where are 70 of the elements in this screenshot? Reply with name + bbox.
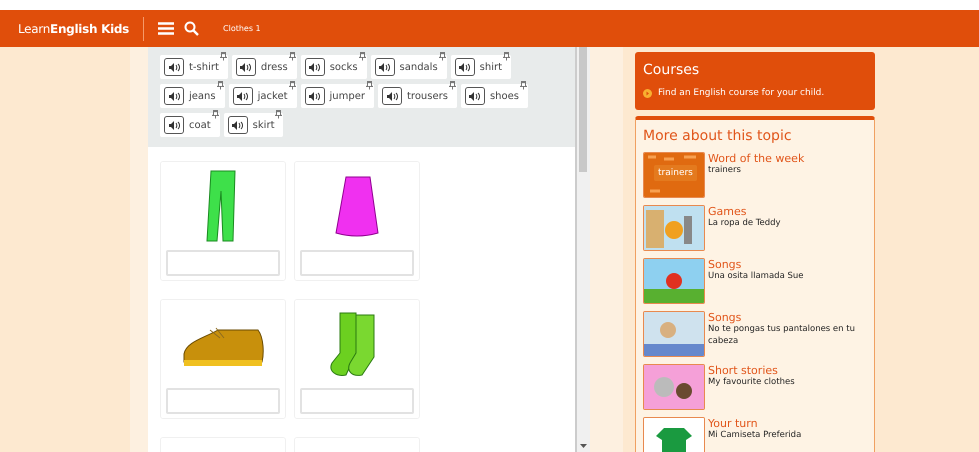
- speaker-icon: [240, 62, 252, 72]
- speaker-icon: [459, 62, 470, 72]
- word-tile[interactable]: coat: [160, 113, 220, 137]
- pin-icon[interactable]: [212, 110, 219, 119]
- speaker-button[interactable]: [164, 58, 184, 76]
- pin-icon[interactable]: [520, 81, 527, 90]
- item-subtitle: No te pongas tus pantalones en tu cabeza: [708, 324, 856, 348]
- word-tile[interactable]: jumper: [300, 84, 374, 108]
- pin-icon[interactable]: [288, 81, 296, 90]
- word-tile[interactable]: socks: [300, 55, 367, 79]
- speaker-icon: [309, 92, 320, 100]
- pin-icon[interactable]: [216, 81, 224, 90]
- pin-icon[interactable]: [503, 52, 510, 61]
- speaker-button[interactable]: [228, 116, 248, 134]
- speaker-button[interactable]: [164, 116, 184, 134]
- pin-icon[interactable]: [288, 52, 296, 61]
- scrollbar[interactable]: [575, 47, 590, 452]
- menu-icon[interactable]: [158, 22, 174, 35]
- word-tile[interactable]: jacket: [228, 84, 297, 108]
- speaker-button[interactable]: [382, 87, 402, 105]
- answer-field[interactable]: [300, 388, 414, 414]
- speaker-button[interactable]: [374, 58, 395, 76]
- word-tile[interactable]: shirt: [450, 55, 512, 79]
- speaker-icon: [168, 120, 180, 130]
- page-title: Clothes 1: [223, 24, 261, 33]
- search-icon[interactable]: [184, 21, 200, 36]
- topic-title: More about this topic: [643, 128, 793, 144]
- word-tile[interactable]: shoes: [460, 84, 528, 108]
- word-tile[interactable]: t-shirt: [160, 55, 228, 79]
- speaker-icon: [469, 92, 480, 100]
- answer-field[interactable]: [300, 250, 414, 276]
- thumbnail-label: trainers: [654, 165, 697, 181]
- word-tile[interactable]: jeans: [160, 84, 225, 108]
- speaker-button[interactable]: [304, 87, 325, 105]
- speaker-button[interactable]: [454, 58, 475, 76]
- word-tile[interactable]: dress: [232, 55, 297, 79]
- course-link[interactable]: Find an English course for your child.: [643, 88, 867, 98]
- speaker-icon: [309, 62, 320, 72]
- speaker-icon: [379, 62, 390, 72]
- speaker-icon: [237, 92, 248, 100]
- speaker-button[interactable]: [164, 87, 184, 105]
- item-subtitle: My favourite clothes: [708, 377, 795, 389]
- item-subtitle: La ropa de Teddy: [708, 218, 781, 230]
- pin-icon[interactable]: [448, 81, 456, 90]
- item-subtitle: Una osita llamada Sue: [708, 271, 804, 283]
- pin-icon[interactable]: [438, 52, 446, 61]
- pin-icon[interactable]: [275, 110, 282, 119]
- speaker-icon: [168, 62, 180, 72]
- answer-field[interactable]: [166, 388, 280, 414]
- scrollbar-thumb[interactable]: [579, 47, 587, 172]
- item-subtitle: Mi Camiseta Preferida: [708, 430, 802, 442]
- speaker-icon: [232, 120, 244, 130]
- word-tile[interactable]: skirt: [224, 113, 284, 137]
- site-logo[interactable]: LearnEnglish Kids: [18, 22, 130, 36]
- speaker-button[interactable]: [464, 87, 485, 105]
- pin-icon[interactable]: [220, 52, 227, 61]
- speaker-icon: [386, 92, 398, 100]
- word-tile[interactable]: sandals: [370, 55, 447, 79]
- item-subtitle: trainers: [708, 165, 742, 177]
- speaker-button[interactable]: [236, 58, 256, 76]
- speaker-button[interactable]: [304, 58, 325, 76]
- speaker-button[interactable]: [232, 87, 253, 105]
- word-tile[interactable]: trousers: [378, 84, 457, 108]
- speaker-icon: [168, 92, 180, 100]
- pin-icon[interactable]: [366, 81, 373, 90]
- scroll-down-icon[interactable]: [580, 444, 587, 448]
- answer-field[interactable]: [166, 250, 280, 276]
- play-icon: [643, 88, 652, 98]
- pin-icon[interactable]: [358, 52, 366, 61]
- courses-title: Courses: [643, 62, 700, 78]
